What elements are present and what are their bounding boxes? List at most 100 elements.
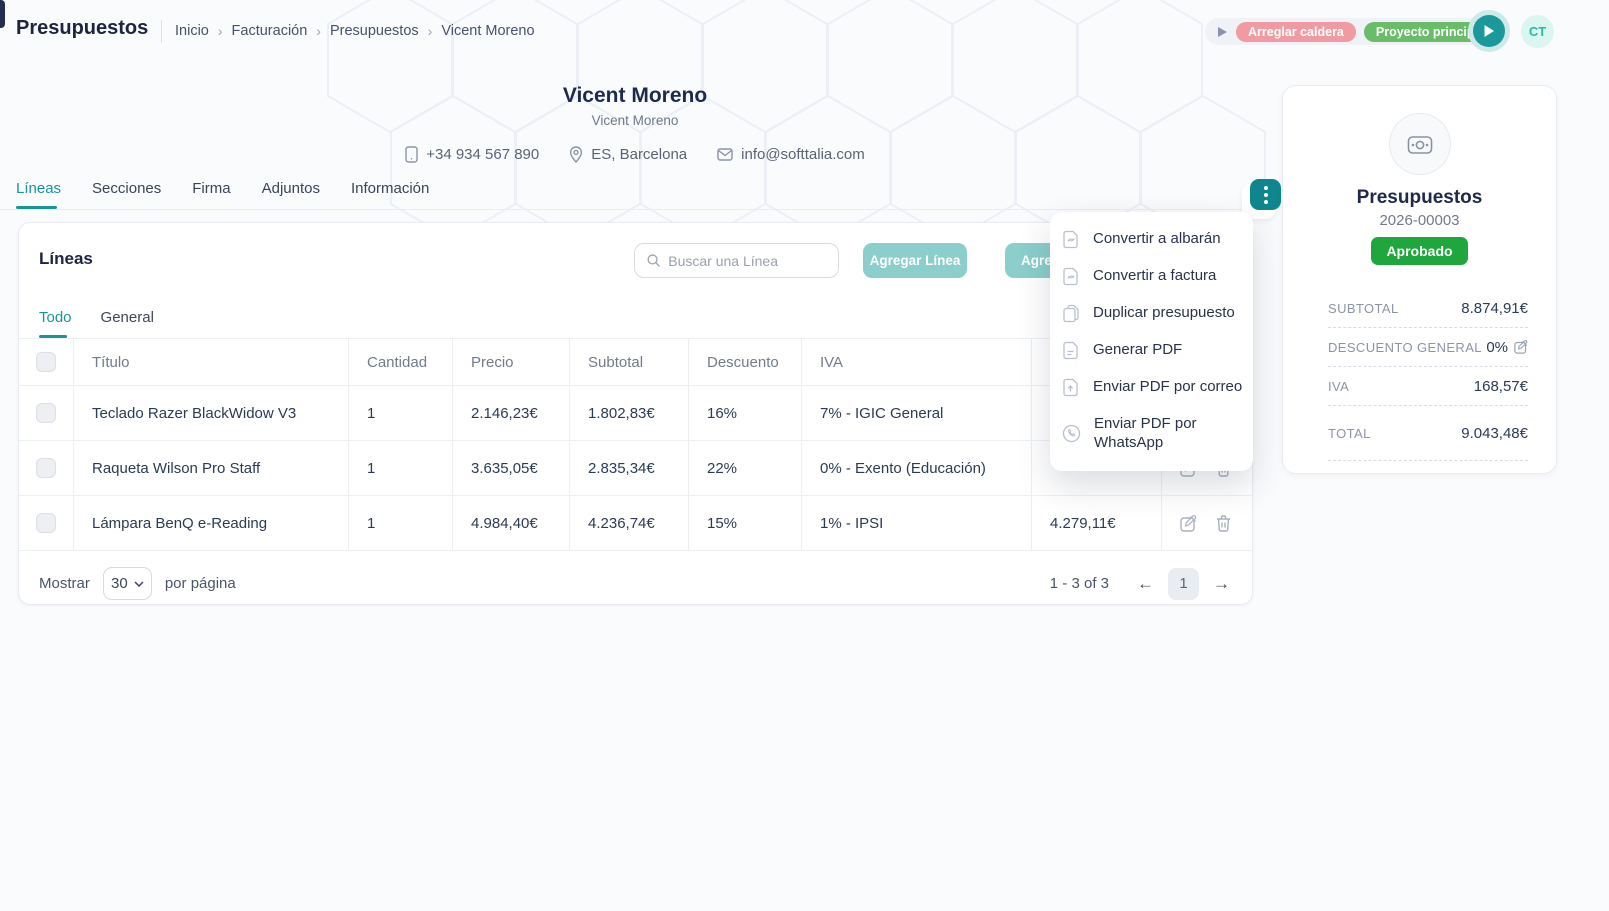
pagination-range: 1 - 3 of 3 <box>1050 575 1109 592</box>
cell-qty: 1 <box>348 386 452 440</box>
line-filter-subtabs: Todo General <box>39 309 154 326</box>
play-icon <box>1483 24 1495 38</box>
phone-icon <box>405 146 418 163</box>
show-label: Mostrar <box>39 575 90 592</box>
page-size-select[interactable]: 30 <box>103 567 152 600</box>
document-summary-panel: Presupuestos 2026-00003 Aprobado SUBTOTA… <box>1282 85 1557 474</box>
current-page-button[interactable]: 1 <box>1168 568 1199 600</box>
menu-item-generar-pdf[interactable]: Generar PDF <box>1050 332 1253 369</box>
cell-price: 4.984,40€ <box>452 496 569 550</box>
row-checkbox[interactable] <box>36 458 56 478</box>
trash-icon[interactable] <box>1216 515 1231 532</box>
search-icon <box>647 253 660 268</box>
per-page-label: por página <box>165 575 236 592</box>
cell-title: Lámpara BenQ e-Reading <box>73 496 348 550</box>
cell-discount: 15% <box>688 496 801 550</box>
summary-row-total: TOTAL 9.043,48€ <box>1328 406 1528 461</box>
customer-contact-row: +34 934 567 890 ES, Barcelona info@softt… <box>235 146 1035 163</box>
duplicate-icon <box>1062 304 1080 323</box>
summary-row-iva: IVA 168,57€ <box>1328 367 1528 406</box>
cell-total: 4.279,11€ <box>1031 496 1161 550</box>
tabs-bottom-border <box>0 209 1253 210</box>
tab-firma[interactable]: Firma <box>192 180 230 209</box>
row-actions <box>1161 496 1254 550</box>
main-tabs: Líneas Secciones Firma Adjuntos Informac… <box>16 180 429 209</box>
cell-iva: 1% - IPSI <box>801 496 1031 550</box>
page-title: Presupuestos <box>16 17 148 40</box>
menu-item-enviar-pdf-correo[interactable]: Enviar PDF por correo <box>1050 369 1253 406</box>
whatsapp-icon <box>1062 424 1081 443</box>
table-row: Lámpara BenQ e-Reading 1 4.984,40€ 4.236… <box>19 496 1252 551</box>
cell-iva: 0% - Exento (Educación) <box>801 441 1031 495</box>
location-pin-icon <box>569 146 583 163</box>
customer-location: ES, Barcelona <box>569 146 687 163</box>
breadcrumb-item-presupuestos[interactable]: Presupuestos <box>330 23 419 39</box>
select-all-checkbox[interactable] <box>36 352 56 372</box>
add-line-button[interactable]: Agregar Línea <box>863 243 967 278</box>
customer-name: Vicent Moreno <box>335 84 935 108</box>
row-checkbox[interactable] <box>36 403 56 423</box>
user-avatar[interactable]: CT <box>1521 15 1554 48</box>
cell-subtotal: 4.236,74€ <box>569 496 688 550</box>
send-mail-icon <box>1062 378 1080 397</box>
customer-email: info@softtalia.com <box>717 146 865 163</box>
cell-iva: 7% - IGIC General <box>801 386 1031 440</box>
line-search[interactable] <box>634 243 839 278</box>
cell-price: 3.635,05€ <box>452 441 569 495</box>
cell-discount: 22% <box>688 441 801 495</box>
col-header-descuento: Descuento <box>688 339 801 385</box>
tab-adjuntos[interactable]: Adjuntos <box>262 180 320 209</box>
cell-qty: 1 <box>348 441 452 495</box>
cell-subtotal: 2.835,34€ <box>569 441 688 495</box>
breadcrumb-item-inicio[interactable]: Inicio <box>175 23 209 39</box>
document-type-title: Presupuestos <box>1283 187 1556 209</box>
edit-discount-icon[interactable] <box>1514 340 1528 354</box>
convert-delivery-note-icon <box>1062 230 1080 249</box>
breadcrumb-item-facturacion[interactable]: Facturación <box>232 23 308 39</box>
menu-item-enviar-pdf-whatsapp[interactable]: Enviar PDF por WhatsApp <box>1050 406 1253 462</box>
menu-item-convertir-albaran[interactable]: Convertir a albarán <box>1050 221 1253 258</box>
col-header-iva: IVA <box>801 339 1031 385</box>
menu-item-duplicar-presupuesto[interactable]: Duplicar presupuesto <box>1050 295 1253 332</box>
document-number: 2026-00003 <box>1283 212 1556 229</box>
tab-lineas[interactable]: Líneas <box>16 180 61 209</box>
cell-subtotal: 1.802,83€ <box>569 386 688 440</box>
subtab-general[interactable]: General <box>101 309 154 326</box>
tab-secciones[interactable]: Secciones <box>92 180 161 209</box>
col-header-subtotal: Subtotal <box>569 339 688 385</box>
convert-invoice-icon <box>1062 267 1080 286</box>
actions-context-menu: Convertir a albarán Convertir a factura … <box>1050 212 1253 471</box>
edit-icon[interactable] <box>1180 515 1197 532</box>
header-divider <box>161 20 162 43</box>
camera-icon <box>1407 134 1433 155</box>
col-header-titulo: Título <box>73 339 348 385</box>
row-checkbox[interactable] <box>36 513 56 533</box>
col-header-cantidad: Cantidad <box>348 339 452 385</box>
next-page-button[interactable]: → <box>1213 574 1230 594</box>
breadcrumb-separator: › <box>218 23 223 39</box>
mail-icon <box>717 148 733 161</box>
search-input[interactable] <box>668 253 828 269</box>
status-badge[interactable]: Aprobado <box>1371 237 1467 265</box>
breadcrumb-item-current: Vicent Moreno <box>441 23 534 39</box>
menu-item-convertir-factura[interactable]: Convertir a factura <box>1050 258 1253 295</box>
timer-play-button[interactable] <box>1468 10 1510 52</box>
customer-phone: +34 934 567 890 <box>405 146 539 163</box>
tag-arreglar-caldera[interactable]: Arreglar caldera <box>1236 22 1356 42</box>
subtab-todo[interactable]: Todo <box>39 309 72 326</box>
breadcrumb-separator: › <box>428 23 433 39</box>
cell-discount: 16% <box>688 386 801 440</box>
active-tab-underline <box>16 206 57 209</box>
project-tags-bar: Arreglar caldera Proyecto principal <box>1205 18 1503 45</box>
col-header-precio: Precio <box>452 339 569 385</box>
tab-informacion[interactable]: Información <box>351 180 429 209</box>
prev-page-button[interactable]: ← <box>1137 574 1154 594</box>
sidebar-edge <box>0 0 5 28</box>
cell-title: Teclado Razer BlackWidow V3 <box>73 386 348 440</box>
more-actions-button[interactable] <box>1250 179 1281 210</box>
cell-qty: 1 <box>348 496 452 550</box>
summary-row-subtotal: SUBTOTAL 8.874,91€ <box>1328 289 1528 328</box>
document-image-placeholder[interactable] <box>1389 113 1451 175</box>
play-small-icon[interactable] <box>1217 26 1228 38</box>
breadcrumb-separator: › <box>316 23 321 39</box>
